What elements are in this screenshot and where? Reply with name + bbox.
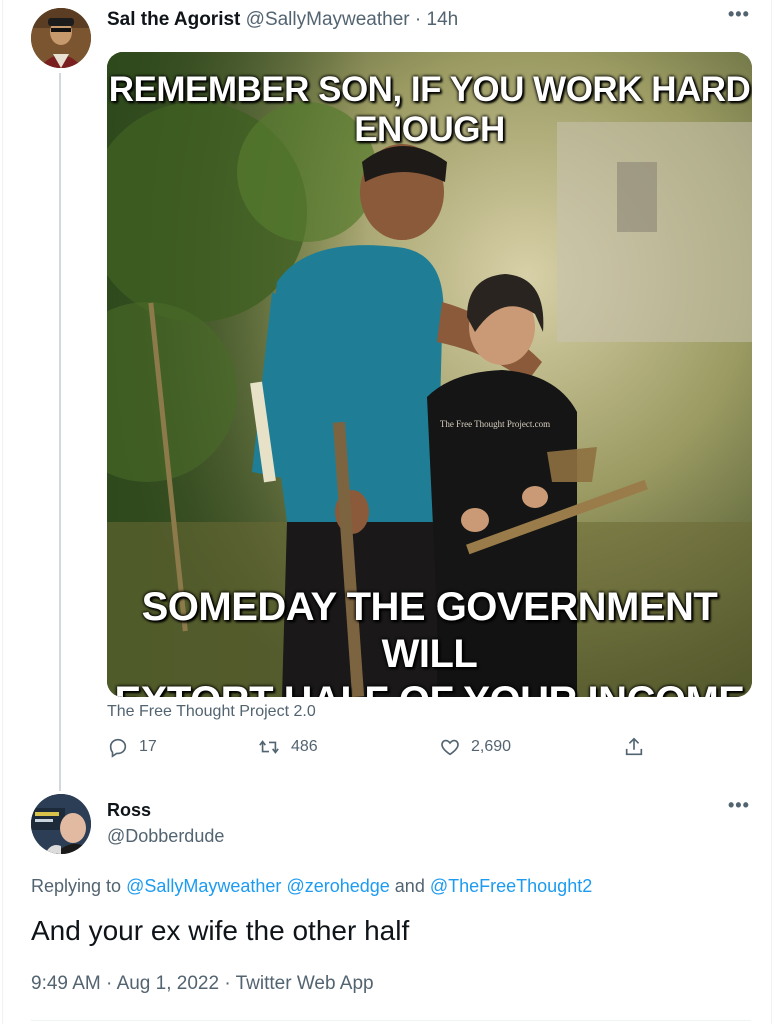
reply-count: 17 bbox=[139, 738, 157, 755]
avatar-sal-image bbox=[31, 8, 91, 68]
tweet-time[interactable]: 14h bbox=[427, 9, 459, 30]
meta-separator-1: · bbox=[106, 973, 113, 994]
share-button[interactable] bbox=[623, 736, 645, 758]
tweet-metadata: 9:49 AM · Aug 1, 2022 · Twitter Web App bbox=[31, 973, 374, 995]
header-separator: · bbox=[414, 9, 422, 30]
shirt-logo-text: The Free Thought Project.com bbox=[440, 419, 550, 429]
reply-display-name[interactable]: Ross bbox=[107, 800, 151, 821]
share-icon bbox=[625, 737, 643, 756]
mention-sallymayweather[interactable]: @SallyMayweather bbox=[126, 876, 281, 896]
reply-tweet-text: And your ex wife the other half bbox=[31, 915, 410, 946]
reply-icon bbox=[109, 738, 127, 758]
more-options-icon[interactable]: ••• bbox=[728, 4, 750, 25]
reply-button[interactable]: 17 bbox=[107, 736, 157, 758]
reply-more-options-icon[interactable]: ••• bbox=[728, 795, 750, 816]
replying-and: and bbox=[394, 876, 425, 896]
mention-zerohedge[interactable]: @zerohedge bbox=[286, 876, 389, 896]
timeline-border-right bbox=[771, 0, 772, 1024]
tweet-client: Twitter Web App bbox=[235, 973, 374, 994]
avatar-ross[interactable] bbox=[31, 794, 91, 854]
meme-top-caption: REMEMBER SON, IF YOU WORK HARD ENOUGH bbox=[108, 70, 751, 149]
timeline-border-left bbox=[2, 0, 3, 1024]
tweet-actions-bar: 17 486 2,690 bbox=[107, 736, 752, 766]
heart-icon bbox=[441, 739, 459, 756]
bottom-divider bbox=[31, 1020, 751, 1021]
display-name[interactable]: Sal the Agorist bbox=[107, 9, 240, 30]
meme-bottom-line-2: EXTORT HALF OF YOUR INCOME bbox=[107, 678, 752, 697]
user-handle[interactable]: @SallyMayweather bbox=[246, 9, 410, 30]
tweet-timestamp[interactable]: 9:49 AM bbox=[31, 973, 101, 994]
thread-connector-line bbox=[59, 73, 61, 791]
retweet-icon bbox=[259, 740, 279, 754]
reply-user-handle[interactable]: @Dobberdude bbox=[107, 826, 224, 847]
retweet-button[interactable]: 486 bbox=[257, 736, 318, 758]
meme-bottom-caption: SOMEDAY THE GOVERNMENT WILL EXTORT HALF … bbox=[107, 584, 752, 697]
avatar-ross-image bbox=[31, 794, 91, 854]
meta-separator-2: · bbox=[224, 973, 231, 994]
replying-to-line: Replying to @SallyMayweather @zerohedge … bbox=[31, 876, 592, 897]
tweet-date[interactable]: Aug 1, 2022 bbox=[117, 973, 219, 994]
mention-thefreethought2[interactable]: @TheFreeThought2 bbox=[430, 876, 592, 896]
like-button[interactable]: 2,690 bbox=[439, 736, 511, 758]
media-source-label[interactable]: The Free Thought Project 2.0 bbox=[107, 703, 316, 721]
avatar-sal[interactable] bbox=[31, 8, 91, 68]
retweet-count: 486 bbox=[291, 738, 318, 755]
replying-to-label: Replying to bbox=[31, 876, 122, 896]
tweet-media-image[interactable]: The Free Thought Project.com REMEMBER SO… bbox=[107, 52, 752, 697]
tweet-header: Sal the Agorist @SallyMayweather · 14h bbox=[107, 8, 458, 32]
meme-bottom-line-1: SOMEDAY THE GOVERNMENT WILL bbox=[141, 585, 718, 676]
like-count: 2,690 bbox=[471, 738, 512, 755]
